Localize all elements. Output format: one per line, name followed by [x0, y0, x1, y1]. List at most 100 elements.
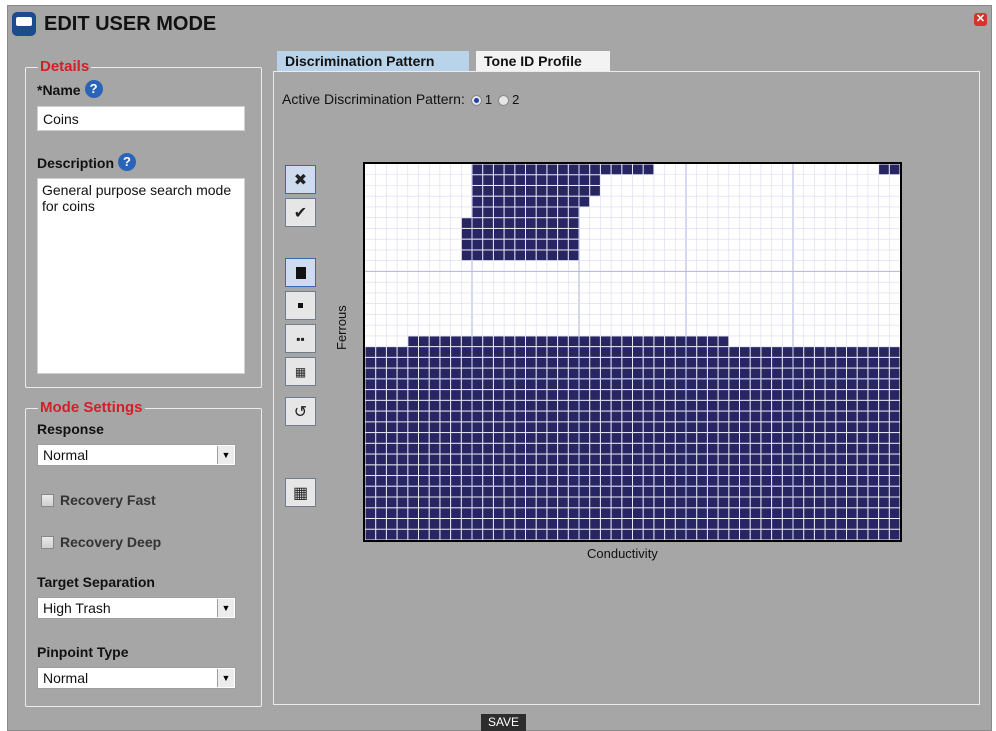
- grid-cell-filled[interactable]: [740, 347, 750, 357]
- grid-cell-filled[interactable]: [793, 379, 804, 390]
- grid-cell-filled[interactable]: [579, 465, 590, 476]
- grid-cell-filled[interactable]: [472, 379, 483, 390]
- grid-cell-filled[interactable]: [547, 357, 558, 368]
- grid-cell-filled[interactable]: [622, 164, 632, 175]
- grid-cell-filled[interactable]: [526, 411, 536, 422]
- grid-cell-filled[interactable]: [718, 443, 729, 454]
- grid-cell-filled[interactable]: [761, 443, 772, 454]
- grid-cell-filled[interactable]: [536, 228, 547, 239]
- grid-cell-filled[interactable]: [879, 486, 889, 497]
- grid-cell-filled[interactable]: [804, 476, 814, 486]
- grid-cell-filled[interactable]: [697, 379, 707, 390]
- grid-cell-filled[interactable]: [579, 347, 590, 357]
- grid-cell-filled[interactable]: [547, 336, 558, 347]
- grid-cell-filled[interactable]: [622, 497, 632, 508]
- grid-cell-filled[interactable]: [558, 218, 568, 228]
- grid-cell-filled[interactable]: [386, 433, 397, 443]
- grid-cell-filled[interactable]: [793, 465, 804, 476]
- grid-cell-filled[interactable]: [600, 454, 611, 465]
- grid-cell-filled[interactable]: [386, 529, 397, 540]
- grid-cell-filled[interactable]: [590, 400, 600, 411]
- grid-cell-filled[interactable]: [697, 368, 707, 379]
- grid-cell-filled[interactable]: [547, 250, 558, 261]
- grid-cell-filled[interactable]: [526, 185, 536, 196]
- grid-cell-filled[interactable]: [376, 508, 386, 519]
- grid-cell-filled[interactable]: [707, 508, 718, 519]
- pinpoint-type-select[interactable]: Normal ▼: [37, 667, 236, 689]
- grid-cell-filled[interactable]: [397, 368, 408, 379]
- grid-cell-filled[interactable]: [536, 185, 547, 196]
- grid-cell-filled[interactable]: [579, 433, 590, 443]
- grid-cell-filled[interactable]: [611, 336, 622, 347]
- grid-cell-filled[interactable]: [633, 164, 643, 175]
- grid-cell-filled[interactable]: [558, 250, 568, 261]
- grid-cell-filled[interactable]: [451, 497, 461, 508]
- grid-cell-filled[interactable]: [526, 508, 536, 519]
- grid-cell-filled[interactable]: [665, 368, 675, 379]
- grid-cell-filled[interactable]: [804, 454, 814, 465]
- grid-cell-filled[interactable]: [386, 508, 397, 519]
- grid-cell-filled[interactable]: [483, 486, 493, 497]
- grid-cell-filled[interactable]: [515, 250, 525, 261]
- grid-cell-filled[interactable]: [793, 433, 804, 443]
- grid-cell-filled[interactable]: [493, 239, 504, 250]
- grid-cell-filled[interactable]: [600, 400, 611, 411]
- grid-cell-filled[interactable]: [622, 519, 632, 529]
- grid-cell-filled[interactable]: [397, 443, 408, 454]
- grid-cell-filled[interactable]: [461, 218, 472, 228]
- grid-cell-filled[interactable]: [376, 347, 386, 357]
- grid-cell-filled[interactable]: [376, 379, 386, 390]
- grid-cell-filled[interactable]: [483, 529, 493, 540]
- grid-cell-filled[interactable]: [750, 508, 761, 519]
- grid-cell-filled[interactable]: [568, 390, 579, 400]
- grid-cell-filled[interactable]: [761, 379, 772, 390]
- target-separation-select[interactable]: High Trash ▼: [37, 597, 236, 619]
- grid-cell-filled[interactable]: [772, 476, 782, 486]
- grid-cell-filled[interactable]: [376, 357, 386, 368]
- grid-cell-filled[interactable]: [600, 357, 611, 368]
- grid-cell-filled[interactable]: [493, 368, 504, 379]
- grid-cell-filled[interactable]: [857, 486, 868, 497]
- grid-cell-filled[interactable]: [675, 347, 686, 357]
- grid-cell-filled[interactable]: [386, 379, 397, 390]
- grid-cell-filled[interactable]: [782, 347, 793, 357]
- grid-cell-filled[interactable]: [386, 357, 397, 368]
- grid-cell-filled[interactable]: [472, 336, 483, 347]
- grid-cell-filled[interactable]: [483, 336, 493, 347]
- grid-cell-filled[interactable]: [729, 422, 739, 433]
- grid-cell-filled[interactable]: [836, 497, 846, 508]
- grid-cell-filled[interactable]: [889, 433, 900, 443]
- grid-cell-filled[interactable]: [547, 175, 558, 185]
- grid-cell-filled[interactable]: [451, 368, 461, 379]
- grid-cell-filled[interactable]: [718, 390, 729, 400]
- grid-cell-filled[interactable]: [761, 368, 772, 379]
- grid-cell-filled[interactable]: [633, 379, 643, 390]
- grid-cell-filled[interactable]: [622, 529, 632, 540]
- grid-cell-filled[interactable]: [675, 529, 686, 540]
- grid-cell-filled[interactable]: [547, 164, 558, 175]
- grid-cell-filled[interactable]: [526, 476, 536, 486]
- grid-cell-filled[interactable]: [868, 465, 879, 476]
- grid-cell-filled[interactable]: [836, 368, 846, 379]
- grid-cell-filled[interactable]: [504, 368, 515, 379]
- grid-cell-filled[interactable]: [825, 476, 836, 486]
- grid-cell-filled[interactable]: [397, 433, 408, 443]
- grid-cell-filled[interactable]: [857, 465, 868, 476]
- grid-cell-filled[interactable]: [472, 519, 483, 529]
- recovery-deep-checkbox[interactable]: Recovery Deep: [41, 534, 161, 550]
- grid-cell-filled[interactable]: [868, 443, 879, 454]
- grid-cell-filled[interactable]: [397, 497, 408, 508]
- grid-cell-filled[interactable]: [889, 357, 900, 368]
- grid-cell-filled[interactable]: [536, 443, 547, 454]
- grid-cell-filled[interactable]: [611, 486, 622, 497]
- grid-cell-filled[interactable]: [654, 400, 665, 411]
- grid-cell-filled[interactable]: [665, 400, 675, 411]
- grid-cell-filled[interactable]: [408, 519, 418, 529]
- grid-cell-filled[interactable]: [825, 368, 836, 379]
- grid-cell-filled[interactable]: [879, 357, 889, 368]
- grid-cell-filled[interactable]: [386, 390, 397, 400]
- grid-cell-filled[interactable]: [483, 443, 493, 454]
- grid-cell-filled[interactable]: [568, 368, 579, 379]
- grid-cell-filled[interactable]: [622, 454, 632, 465]
- grid-cell-filled[interactable]: [472, 433, 483, 443]
